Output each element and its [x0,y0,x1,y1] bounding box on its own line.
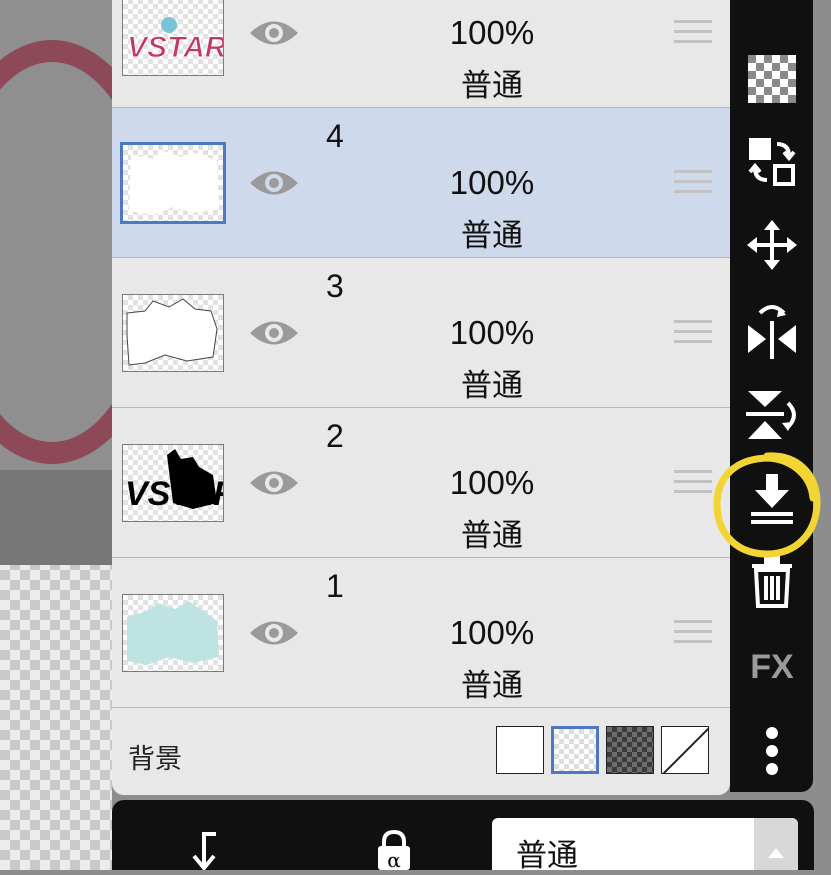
alpha-lock-icon[interactable]: α [374,829,414,875]
flip-vertical-icon[interactable] [742,388,802,442]
layer-toolbar: FX [730,0,813,792]
dropdown-arrow-icon[interactable] [754,818,798,870]
layer-row-2[interactable]: VSTAR 2 100% 普通 [112,408,730,558]
layer-number: 1 [326,568,344,604]
drag-handle-icon[interactable] [674,620,712,646]
trash-icon[interactable] [742,556,802,610]
canvas-artwork [0,0,112,565]
background-dark-checker-option[interactable] [606,726,654,774]
visibility-eye-icon[interactable] [248,316,300,350]
drag-handle-icon[interactable] [674,20,712,46]
layer-opacity[interactable]: 100% [432,614,552,652]
blend-mode-value: 普通 [516,838,578,870]
bottom-bar: α 普通 [112,800,814,872]
background-none-option[interactable] [661,726,709,774]
alpha-lock-label: α [387,848,401,870]
visibility-eye-icon[interactable] [248,16,300,50]
visibility-eye-icon[interactable] [248,466,300,500]
vstar-thumb-text: VSTAR [127,31,223,64]
layer-blend-mode[interactable]: 普通 [432,60,552,105]
layer-thumbnail [122,594,224,672]
drag-handle-icon[interactable] [674,170,712,196]
layer-opacity[interactable]: 100% [432,464,552,502]
flip-horizontal-icon[interactable] [742,304,802,359]
layer-number: 2 [326,418,344,454]
layer-row-1[interactable]: 1 100% 普通 [112,558,730,708]
layer-number: 3 [326,268,344,304]
background-white-option[interactable] [496,726,544,774]
layer-number: 4 [326,118,344,154]
clipping-arrow-icon[interactable] [184,830,224,875]
layer-blend-mode[interactable]: 普通 [432,660,552,705]
fx-button[interactable]: FX [742,640,802,694]
layer-thumbnail [120,142,226,224]
visibility-eye-icon[interactable] [248,616,300,650]
layer-opacity[interactable]: 100% [432,164,552,202]
layer-opacity[interactable]: 100% [432,14,552,52]
layer-row-3[interactable]: 3 100% 普通 [112,258,730,408]
drag-handle-icon[interactable] [674,320,712,346]
layer-row-top[interactable]: VSTAR 100% 普通 [112,0,730,108]
transparency-checker-icon[interactable] [742,52,802,106]
background-label: 背景 [128,744,182,775]
layer-blend-mode[interactable]: 普通 [432,510,552,555]
move-icon[interactable] [742,218,802,272]
blend-mode-select[interactable]: 普通 [492,818,798,870]
drag-handle-icon[interactable] [674,470,712,496]
layer-panel: VSTAR 100% 普通 4 100% 普通 3 100% 普通 2 100%… [112,0,730,795]
canvas-area [0,0,112,870]
layer-blend-mode[interactable]: 普通 [432,360,552,405]
layer-thumbnail: VSTAR [122,444,224,522]
swap-layers-icon[interactable] [742,135,802,189]
layer-blend-mode[interactable]: 普通 [432,210,552,255]
visibility-eye-icon[interactable] [248,166,300,200]
layer-opacity[interactable]: 100% [432,314,552,352]
layer-thumbnail: VSTAR [122,0,224,76]
background-row: 背景 [112,709,730,795]
layer-thumbnail [122,294,224,372]
layer-row-4[interactable]: 4 100% 普通 [112,108,730,258]
background-transparent-option[interactable] [551,726,599,774]
merge-down-icon[interactable] [742,472,802,526]
more-options-icon[interactable] [742,724,802,778]
